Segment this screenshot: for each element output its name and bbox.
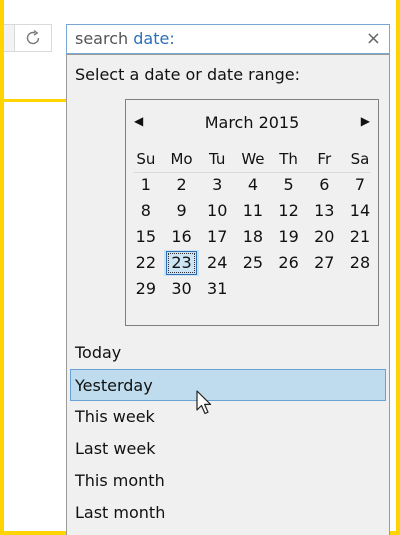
address-bar-end[interactable] [4, 24, 14, 52]
calendar-day[interactable]: 12 [271, 198, 307, 224]
calendar-day-today[interactable]: 23 [163, 250, 200, 276]
weekday-label: Tu [209, 150, 226, 168]
calendar-day[interactable]: 17 [199, 224, 235, 250]
calendar-day-empty [342, 276, 378, 302]
option-last-week[interactable]: Last week [67, 433, 389, 465]
search-keyword: date: [133, 29, 175, 48]
calendar-day[interactable]: 10 [199, 198, 235, 224]
weekday-label: We [241, 150, 265, 168]
option-yesterday[interactable]: Yesterday [70, 369, 386, 401]
calendar-month-label[interactable]: March 2015 [126, 113, 378, 132]
search-input[interactable]: search date: [75, 29, 175, 48]
search-box[interactable]: search date: × [66, 24, 390, 54]
mouse-pointer-icon [196, 390, 212, 415]
refresh-icon [26, 29, 40, 45]
date-dropdown-panel: Select a date or date range: ◀ March 201… [66, 54, 390, 535]
weekday-row: Su Mo Tu We Th Fr Sa [128, 146, 378, 172]
calendar-week: 8 9 10 11 12 13 14 [128, 198, 378, 224]
weekday-label: Th [279, 150, 298, 168]
weekday-label: Fr [317, 150, 332, 168]
calendar-day[interactable]: 16 [164, 224, 200, 250]
calendar-week: 15 16 17 18 19 20 21 [128, 224, 378, 250]
calendar-week: 22 23 24 25 26 27 28 [128, 250, 378, 276]
calendar-day[interactable]: 27 [306, 250, 342, 276]
next-month-button[interactable]: ▶ [361, 114, 370, 128]
today-focus-ring [165, 251, 198, 275]
calendar-day[interactable]: 7 [342, 172, 378, 198]
calendar-day[interactable]: 8 [128, 198, 164, 224]
calendar-week: 29 30 31 [128, 276, 378, 302]
calendar-day[interactable]: 13 [306, 198, 342, 224]
calendar: ◀ March 2015 ▶ Su Mo Tu We Th Fr Sa 1 2 … [125, 99, 379, 326]
calendar-day[interactable]: 3 [199, 172, 235, 198]
calendar-day[interactable]: 21 [342, 224, 378, 250]
calendar-day[interactable]: 24 [199, 250, 235, 276]
option-this-week[interactable]: This week [67, 401, 389, 433]
panel-title: Select a date or date range: [75, 65, 301, 84]
calendar-day[interactable]: 1 [128, 172, 164, 198]
calendar-day-empty [306, 276, 342, 302]
calendar-week: 1 2 3 4 5 6 7 [128, 172, 378, 198]
calendar-day[interactable]: 25 [235, 250, 271, 276]
left-background [4, 56, 66, 100]
calendar-day[interactable]: 14 [342, 198, 378, 224]
option-last-month[interactable]: Last month [67, 497, 389, 529]
weekday-label: Mo [170, 150, 193, 168]
yellow-divider [4, 100, 66, 102]
calendar-day[interactable]: 4 [235, 172, 271, 198]
date-range-options: Today Yesterday This week Last week This… [67, 337, 389, 529]
close-icon: × [365, 28, 381, 49]
option-this-month[interactable]: This month [67, 465, 389, 497]
calendar-day[interactable]: 28 [342, 250, 378, 276]
calendar-day[interactable]: 19 [271, 224, 307, 250]
calendar-day-empty [271, 276, 307, 302]
calendar-day[interactable]: 18 [235, 224, 271, 250]
calendar-grid: Su Mo Tu We Th Fr Sa 1 2 3 4 5 6 7 8 9 1… [128, 146, 378, 302]
calendar-day[interactable]: 30 [164, 276, 200, 302]
calendar-day[interactable]: 9 [164, 198, 200, 224]
option-today[interactable]: Today [67, 337, 389, 369]
calendar-day[interactable]: 6 [306, 172, 342, 198]
refresh-button[interactable] [14, 24, 52, 52]
calendar-day[interactable]: 15 [128, 224, 164, 250]
calendar-day[interactable]: 5 [271, 172, 307, 198]
calendar-day[interactable]: 22 [128, 250, 164, 276]
chevron-right-icon: ▶ [360, 114, 370, 128]
search-prefix: search [75, 29, 129, 48]
weekday-label: Su [136, 150, 156, 168]
calendar-day[interactable]: 20 [306, 224, 342, 250]
calendar-day[interactable]: 11 [235, 198, 271, 224]
calendar-day[interactable]: 29 [128, 276, 164, 302]
calendar-day-empty [235, 276, 271, 302]
calendar-day[interactable]: 26 [271, 250, 307, 276]
clear-search-button[interactable]: × [366, 28, 381, 50]
weekday-label: Sa [350, 150, 370, 168]
calendar-day[interactable]: 31 [199, 276, 235, 302]
calendar-day[interactable]: 2 [164, 172, 200, 198]
